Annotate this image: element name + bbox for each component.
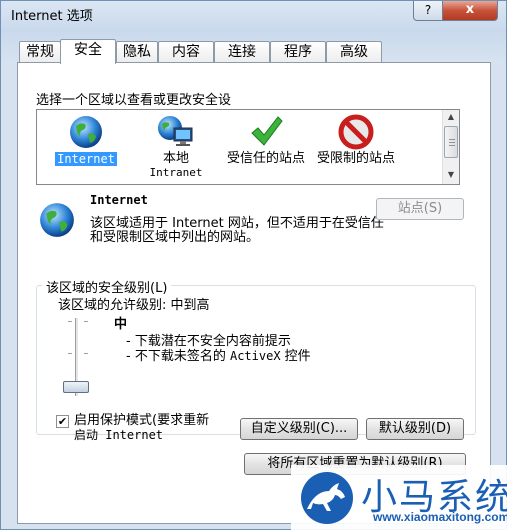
no-entry-icon [338,114,374,150]
zone-trusted-sites-label: 受信任的站点 [226,151,305,166]
zone-list[interactable]: Internet 本地 Intranet 受信任的站点 受限制的站点 ▲ ▼ [36,109,460,185]
zone-internet-label: Internet [55,152,117,166]
selected-zone-description: 该区域适用于 Internet 网站，但不适用于在受信任和受限制区域中列出的网站… [90,216,384,245]
slider-tick [84,321,88,322]
tab-programs[interactable]: 程序 [270,41,326,63]
default-level-button[interactable]: 默认级别(D) [366,418,464,440]
zone-prompt-label: 选择一个区域以查看或更改安全设 [36,93,232,108]
protected-mode-checkbox[interactable]: ✔ [56,415,69,428]
scroll-down-icon[interactable]: ▼ [443,168,459,182]
zone-restricted-sites-label: 受限制的站点 [316,151,395,166]
protected-mode-label: 启用保护模式(要求重新 启动 Internet [74,413,210,442]
security-level-name: 中 [114,317,128,332]
zone-local-intranet-label: 本地 [162,151,189,166]
zone-trusted-sites[interactable]: 受信任的站点 [223,114,309,166]
tab-connections[interactable]: 连接 [214,41,270,63]
watermark: 小马系统 www.xiaomaxitong.com [291,465,507,530]
tab-general[interactable]: 常规 [19,41,61,63]
scroll-thumb[interactable] [444,126,458,158]
watermark-url: www.xiaomaxitong.com [373,510,507,524]
check-icon [251,116,283,146]
help-button[interactable]: ? [413,1,443,21]
zone-local-intranet[interactable]: 本地 Intranet [133,114,219,179]
allowed-levels-label: 该区域的允许级别: 中到高 [58,298,210,313]
title-bar[interactable]: Internet 选项 ? x [1,1,506,29]
zone-list-scrollbar[interactable]: ▲ ▼ [442,110,459,184]
security-tab-page: 选择一个区域以查看或更改安全设 Internet 本地 Intranet 受信任… [17,62,491,524]
local-intranet-icon [158,116,193,146]
zone-restricted-sites[interactable]: 受限制的站点 [313,114,399,166]
tab-security[interactable]: 安全 [60,39,116,64]
selected-zone-name: Internet [90,193,148,207]
tab-advanced[interactable]: 高级 [326,41,382,63]
tab-content[interactable]: 内容 [158,41,214,63]
selected-zone-globe-icon [40,203,74,237]
sites-button[interactable]: 站点(S) [376,198,464,220]
slider-tick [68,353,72,354]
security-level-description: - 下载潜在不安全内容前提示 - 不下载未签名的 ActiveX 控件 [126,334,311,364]
globe-icon [70,116,102,148]
scroll-up-icon[interactable]: ▲ [443,110,459,124]
slider-tick [68,321,72,322]
custom-level-button[interactable]: 自定义级别(C)... [240,418,358,440]
internet-options-window: Internet 选项 ? x 常规 安全 隐私 内容 连接 程序 高级 选择一… [0,0,507,530]
zone-local-intranet-sublabel: Intranet [149,166,203,179]
security-level-slider-thumb[interactable] [63,381,89,393]
horse-logo-icon [301,472,353,524]
zone-internet[interactable]: Internet [43,114,129,166]
level-desc-line-2: - 不下载未签名的 ActiveX 控件 [126,349,311,364]
level-desc-line-1: - 下载潜在不安全内容前提示 [126,334,291,349]
tab-privacy[interactable]: 隐私 [116,41,158,63]
window-title: Internet 选项 [11,9,93,24]
close-button[interactable]: x [442,1,498,21]
slider-tick [84,353,88,354]
